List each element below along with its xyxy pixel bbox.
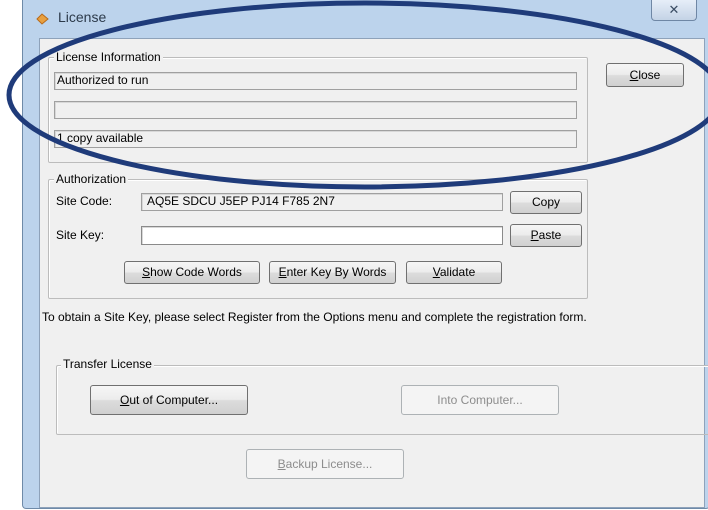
paste-label: aste [538,228,562,242]
enter-key-label: nter Key By Words [286,265,387,279]
paste-button[interactable]: Paste [510,224,582,247]
close-label: lose [638,68,661,82]
validate-button[interactable]: Validate [406,261,502,284]
window-title: License [58,9,107,25]
into-computer-button[interactable]: Into Computer... [401,385,559,415]
out-of-computer-mnemonic: O [119,393,130,407]
site-key-input[interactable] [141,226,503,245]
validate-label: alidate [439,265,476,279]
backup-label: ackup License... [285,457,373,471]
site-code-label: Site Code: [56,194,113,208]
show-code-words-button[interactable]: Show Code Words [124,261,260,284]
paste-mnemonic: P [530,228,539,242]
license-window: License ✕ License Information Authorized… [22,0,708,509]
license-info-line2-field [54,101,577,119]
app-icon [36,13,49,25]
site-code-field: AQ5E SDCU J5EP PJ14 F785 2N7 [141,193,503,211]
enter-key-by-words-button[interactable]: Enter Key By Words [269,261,396,284]
transfer-license-label: Transfer License [61,357,154,371]
license-status-field: Authorized to run [54,72,577,90]
instructions-text: To obtain a Site Key, please select Regi… [42,310,587,324]
site-key-label: Site Key: [56,228,105,242]
close-button[interactable]: Close [606,63,684,87]
backup-mnemonic: B [277,457,286,471]
backup-license-button[interactable]: Backup License... [246,449,404,479]
validate-mnemonic: V [432,265,440,279]
out-of-computer-label: ut of Computer... [129,393,219,407]
close-icon[interactable]: ✕ [651,0,697,21]
dialog-body: License Information Authorized to run 1 … [39,38,708,508]
authorization-label: Authorization [54,172,129,186]
out-of-computer-button[interactable]: Out of Computer... [90,385,248,415]
title-bar[interactable]: License ✕ [23,0,708,36]
license-information-label: License Information [54,50,163,64]
enter-key-mnemonic: E [278,265,287,279]
show-code-words-label: how Code Words [150,265,242,279]
license-copies-field: 1 copy available [54,130,577,148]
copy-button[interactable]: Copy [510,191,582,214]
show-code-words-mnemonic: S [142,265,151,279]
